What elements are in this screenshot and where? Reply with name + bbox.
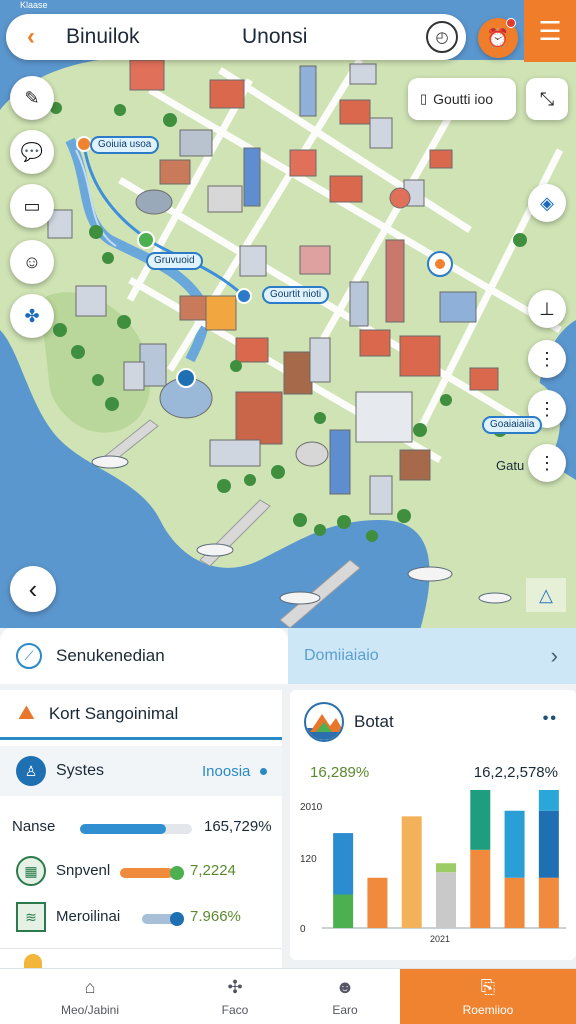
notification-dot bbox=[506, 18, 516, 28]
map-label[interactable]: Gruvuoid bbox=[146, 252, 203, 270]
pin-label: Gatu bbox=[496, 458, 525, 473]
tree-icon: ⛰ bbox=[18, 702, 35, 724]
alarm-icon[interactable]: ⏰ bbox=[478, 18, 518, 58]
nav-item-earo[interactable]: ☻ Earo bbox=[290, 969, 400, 1024]
person-icon: ♙ bbox=[16, 756, 46, 786]
chart-bar[interactable] bbox=[367, 877, 388, 928]
home-icon: ⌂ bbox=[84, 977, 96, 997]
chart-bar[interactable] bbox=[504, 877, 525, 928]
divider bbox=[0, 948, 282, 949]
network-icon: ✣ bbox=[227, 977, 243, 997]
botat-value-right: 16,2,2,578% bbox=[473, 764, 558, 781]
target-icon[interactable]: ◈ bbox=[528, 184, 566, 222]
y-tick-label: 2010 bbox=[300, 802, 323, 813]
hamburger-icon[interactable]: ☰ bbox=[524, 0, 576, 62]
tab-domiiaiaio[interactable]: Domiiaiaio › bbox=[288, 628, 576, 684]
systes-row[interactable]: ♙ Systes Inoosia bbox=[0, 746, 282, 796]
map-pill-label: Goutti ioo bbox=[433, 91, 494, 107]
chart-bar[interactable] bbox=[470, 790, 491, 850]
status-bar: Klaase bbox=[20, 0, 48, 10]
tab-label: Senukenedian bbox=[56, 646, 165, 665]
chart-bar[interactable] bbox=[470, 849, 491, 928]
row-label: Snpvenl bbox=[56, 862, 111, 879]
chart-bar[interactable] bbox=[538, 810, 559, 878]
puzzle-icon[interactable]: ✤ bbox=[10, 294, 54, 338]
mountain-logo-icon bbox=[304, 702, 344, 742]
sun-icon bbox=[24, 954, 42, 968]
bar-chart: 2010 120 0 2021 bbox=[300, 790, 566, 944]
systes-value: Inoosia bbox=[202, 763, 251, 780]
row-value: 7,2224 bbox=[190, 862, 236, 879]
progress-dot bbox=[170, 912, 184, 926]
progress-dot bbox=[170, 866, 184, 880]
more-vertical-icon[interactable]: ⋮ bbox=[528, 444, 566, 482]
status-dot bbox=[260, 768, 267, 775]
compass-icon: ⟋ bbox=[16, 643, 42, 669]
progress-fill bbox=[120, 868, 173, 878]
row-value: 165,729% bbox=[204, 818, 272, 835]
row-label: Meroilinai bbox=[56, 908, 121, 925]
tablet-icon[interactable]: ▭ bbox=[10, 184, 54, 228]
chart-bar[interactable] bbox=[538, 877, 559, 928]
y-tick-label: 0 bbox=[300, 924, 306, 935]
progress-bar bbox=[80, 824, 192, 834]
chat-bubble-icon[interactable]: 💬 bbox=[10, 130, 54, 174]
botat-card-title: Botat bbox=[354, 712, 394, 731]
stats-card-header[interactable]: ⛰ Kort Sangoinimal bbox=[0, 690, 282, 740]
info-panel: ⟋ Senukenedian Domiiaiaio › ⛰ Kort Sango… bbox=[0, 628, 576, 968]
chart-bar[interactable] bbox=[504, 810, 525, 878]
phone-icon: ▯ bbox=[420, 91, 428, 106]
collapse-arrows-icon[interactable]: ⤡ bbox=[526, 78, 568, 120]
chart-icon: ≋ bbox=[16, 902, 46, 932]
botat-value-left: 16,289% bbox=[310, 764, 370, 781]
chart-bar[interactable] bbox=[436, 863, 456, 873]
chevron-right-icon: › bbox=[550, 643, 558, 668]
nav-item-faco[interactable]: ✣ Faco bbox=[180, 969, 290, 1024]
nav-label: Roemiioo bbox=[462, 1003, 514, 1017]
map-view[interactable]: Klaase ‹ Binuilok Unonsi ◴ ⏰ ☰ ▯ Goutti … bbox=[0, 0, 576, 630]
stats-card-title: Kort Sangoinimal bbox=[48, 703, 179, 723]
y-tick-label: 120 bbox=[300, 854, 317, 865]
botat-card-header: Botat bbox=[304, 702, 394, 742]
bottom-nav: ⌂ Meo/Jabini ✣ Faco ☻ Earo ⎘ Roemiioo bbox=[0, 968, 576, 1024]
nav-item-home[interactable]: ⌂ Meo/Jabini bbox=[0, 969, 180, 1024]
nav-label: Faco bbox=[221, 1003, 249, 1017]
chart-bar[interactable] bbox=[538, 790, 559, 811]
more-horizontal-icon[interactable]: •• bbox=[543, 710, 558, 728]
stats-card: ⛰ Kort Sangoinimal ♙ Systes Inoosia Nans… bbox=[0, 690, 282, 968]
pencil-icon[interactable]: ✎ bbox=[10, 76, 54, 120]
nav-label: Earo bbox=[332, 1003, 358, 1017]
chevron-left-icon[interactable]: ‹ bbox=[14, 20, 48, 54]
pin-icon[interactable]: ⊥ bbox=[528, 290, 566, 328]
clock-icon[interactable]: ◴ bbox=[426, 21, 458, 53]
mountain-icon[interactable]: △ bbox=[526, 578, 566, 612]
row-label: Nanse bbox=[12, 818, 56, 835]
chat-icon: ☻ bbox=[335, 977, 355, 997]
chart-bar[interactable] bbox=[401, 816, 422, 928]
map-info-pill[interactable]: ▯ Goutti ioo bbox=[408, 78, 516, 120]
nav-item-roemiioo[interactable]: ⎘ Roemiioo bbox=[400, 969, 576, 1024]
face-icon[interactable]: ☺ bbox=[10, 240, 54, 284]
nav-label: Meo/Jabini bbox=[60, 1003, 120, 1017]
page-title: Unonsi bbox=[242, 25, 308, 48]
botat-card: Botat •• 16,289% 16,2,2,578% 2010 120 0 202… bbox=[290, 690, 576, 960]
more-vertical-icon[interactable]: ⋮ bbox=[528, 340, 566, 378]
chart-bar[interactable] bbox=[436, 872, 456, 928]
top-bar: ‹ Binuilok Unonsi ◴ bbox=[6, 14, 466, 60]
share-icon: ⎘ bbox=[480, 977, 496, 997]
x-axis-label: 2021 bbox=[430, 934, 450, 944]
map-back-button[interactable]: ‹ bbox=[10, 566, 56, 612]
progress-fill bbox=[80, 824, 167, 834]
tab-label: Domiiaiaio bbox=[304, 647, 379, 664]
map-label[interactable]: Goiuia usoa bbox=[90, 136, 160, 154]
brand-name: Binuilok bbox=[66, 25, 140, 48]
tab-senukenedian[interactable]: ⟋ Senukenedian bbox=[0, 628, 288, 684]
map-label[interactable]: Goaiaiaiia bbox=[482, 416, 543, 434]
chart-bar[interactable] bbox=[333, 833, 354, 895]
chart-bar[interactable] bbox=[333, 894, 354, 929]
row-value: 7.966% bbox=[190, 908, 241, 925]
building-icon: ▦ bbox=[16, 856, 46, 886]
systes-label: Systes bbox=[56, 762, 105, 779]
map-label[interactable]: Gourtit nioti bbox=[262, 286, 330, 304]
